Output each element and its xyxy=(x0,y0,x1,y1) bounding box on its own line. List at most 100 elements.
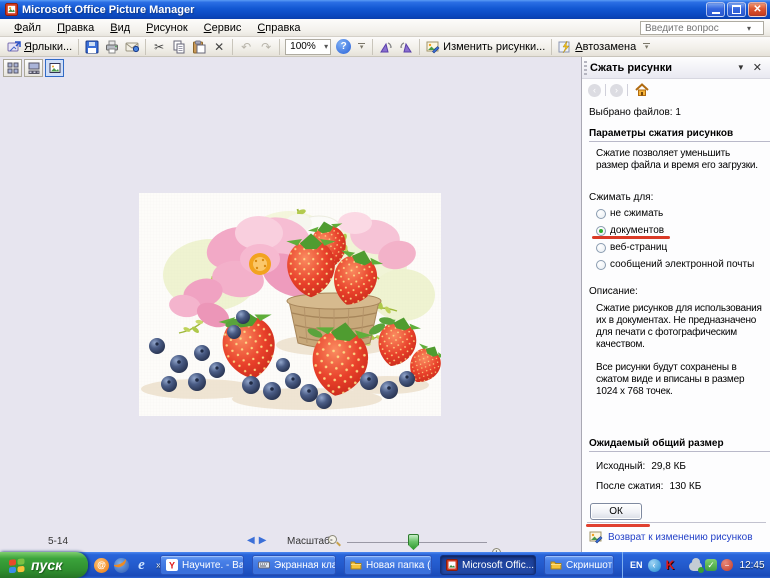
radio-option-web-pages[interactable]: веб-страниц xyxy=(596,241,764,254)
edit-pictures-button[interactable]: Изменить рисунки... xyxy=(423,40,548,54)
copy-button[interactable] xyxy=(169,38,189,56)
task-browser[interactable]: Y Научите. - Ва... xyxy=(160,555,244,575)
menu-view[interactable]: Вид xyxy=(102,20,138,36)
radio-label[interactable]: сообщений электронной почты xyxy=(610,259,754,270)
undo-button[interactable]: ↶ xyxy=(236,38,256,56)
edit-pictures-icon xyxy=(426,41,440,53)
start-button[interactable]: пуск xyxy=(0,552,88,578)
firefox-icon[interactable] xyxy=(114,557,129,573)
tray-blocked-icon[interactable]: − xyxy=(721,559,734,572)
rotate-right-icon xyxy=(400,41,413,52)
toolbar-options-button-2[interactable]: ▾ xyxy=(639,42,654,51)
help-icon: ? xyxy=(340,41,347,52)
scissors-icon: ✂ xyxy=(154,39,165,54)
task-onscreen-keyboard[interactable]: Экранная кла... xyxy=(252,555,336,575)
task-folder-screenshots[interactable]: Скриншоты xyxy=(544,555,614,575)
filmstrip-view-button[interactable] xyxy=(24,59,43,77)
drag-handle-icon[interactable] xyxy=(584,61,587,75)
folder-icon xyxy=(550,559,562,571)
zoom-slider-thumb[interactable] xyxy=(408,534,419,550)
autocorrect-button[interactable]: Автозамена xyxy=(555,40,639,54)
radio-label[interactable]: не сжимать xyxy=(610,208,663,219)
forward-button[interactable]: › xyxy=(610,83,623,97)
rotate-right-button[interactable] xyxy=(396,38,416,56)
rotate-left-button[interactable] xyxy=(376,38,396,56)
ask-question-box[interactable]: ▾ xyxy=(640,21,764,35)
taskpane-nav: ‹ › xyxy=(582,79,770,99)
menu-help[interactable]: Справка xyxy=(249,20,308,36)
copy-icon xyxy=(173,40,185,53)
ok-button[interactable]: ОК xyxy=(590,503,642,520)
delete-icon: ✕ xyxy=(214,39,225,54)
taskpane-close-button[interactable]: ✕ xyxy=(751,61,764,74)
menu-edit[interactable]: Правка xyxy=(49,20,102,36)
back-button[interactable]: ‹ xyxy=(588,83,601,97)
zoom-combo[interactable]: 100% ▾ xyxy=(285,38,332,55)
save-button[interactable] xyxy=(82,38,102,56)
taskpane-menu-button[interactable]: ▼ xyxy=(731,63,751,72)
radio-icon[interactable] xyxy=(596,259,606,270)
tray-sync-ok-icon[interactable]: ✓ xyxy=(705,559,718,572)
original-size-value: 29,8 КБ xyxy=(651,461,686,472)
internet-explorer-icon[interactable]: e xyxy=(134,557,149,573)
thumbnail-view-icon xyxy=(7,62,18,74)
redo-icon: ↷ xyxy=(261,39,272,54)
keyboard-icon xyxy=(258,559,270,571)
help-button[interactable]: ? xyxy=(336,39,352,54)
radio-icon[interactable] xyxy=(596,208,606,219)
previous-picture-button[interactable]: ◀ xyxy=(247,535,255,546)
picture-content[interactable] xyxy=(139,193,441,416)
home-button[interactable] xyxy=(632,82,652,98)
return-to-editing-link[interactable]: Возврат к изменению рисунков xyxy=(589,530,753,544)
home-icon xyxy=(635,83,649,96)
redo-button[interactable]: ↷ xyxy=(256,38,276,56)
radio-icon[interactable] xyxy=(596,242,606,253)
compress-for-label: Сжимать для: xyxy=(589,192,654,203)
single-picture-view-icon xyxy=(49,63,60,73)
restore-button[interactable] xyxy=(727,2,746,17)
menu-file[interactable]: Файл xyxy=(6,20,49,36)
radio-option-email[interactable]: сообщений электронной почты xyxy=(596,258,764,271)
ask-question-input[interactable] xyxy=(641,22,745,34)
cut-button[interactable]: ✂ xyxy=(149,38,169,56)
save-icon xyxy=(85,40,99,53)
chevron-down-icon[interactable]: ▾ xyxy=(747,24,751,33)
task-folder-new[interactable]: Новая папка (2) xyxy=(344,555,432,575)
return-link-label: Возврат к изменению рисунков xyxy=(608,531,753,543)
menu-tools[interactable]: Сервис xyxy=(196,20,250,36)
radio-label[interactable]: документов xyxy=(610,225,664,236)
language-indicator[interactable]: EN xyxy=(628,559,645,571)
tray-cloud-icon[interactable] xyxy=(688,558,704,573)
radio-option-documents[interactable]: документов xyxy=(592,224,764,239)
task-picture-manager[interactable]: Microsoft Offic... xyxy=(440,555,536,575)
expected-size-title: Ожидаемый общий размер xyxy=(589,438,724,449)
single-picture-view-button[interactable] xyxy=(45,59,64,77)
compression-settings-title: Параметры сжатия рисунков xyxy=(589,128,734,139)
menu-bar: Файл Правка Вид Рисунок Сервис Справка ▾ xyxy=(0,19,770,37)
radio-selected-icon[interactable] xyxy=(596,225,606,236)
toolbar-options-button[interactable]: ▾ xyxy=(354,42,369,52)
menu-picture[interactable]: Рисунок xyxy=(138,20,196,36)
taskpane-header: Сжать рисунки ▼ ✕ xyxy=(582,57,770,79)
zoom-out-button[interactable]: - xyxy=(328,535,341,548)
shortcuts-button[interactable]: Ярлыки... xyxy=(4,40,75,54)
mail-button[interactable] xyxy=(122,38,142,56)
tray-switcher-icon[interactable]: ‹ xyxy=(647,558,661,572)
next-picture-button[interactable]: ▶ xyxy=(259,535,267,546)
tray-kaspersky-icon[interactable]: K xyxy=(664,558,677,572)
radio-label[interactable]: веб-страниц xyxy=(610,242,667,253)
thumbnail-view-button[interactable] xyxy=(3,59,22,77)
chevron-down-icon: ▾ xyxy=(359,44,364,52)
print-button[interactable] xyxy=(102,38,122,56)
edit-pictures-icon xyxy=(589,531,603,544)
radio-option-no-compress[interactable]: не сжимать xyxy=(596,207,764,220)
paste-button[interactable] xyxy=(189,38,209,56)
delete-button[interactable]: ✕ xyxy=(209,38,229,56)
windows-flag-icon xyxy=(9,558,25,573)
page-indicator: 5-14 xyxy=(48,536,69,547)
svg-text:Y: Y xyxy=(169,561,175,571)
minimize-button[interactable] xyxy=(706,2,725,17)
mail-agent-icon[interactable]: @ xyxy=(94,557,109,573)
screen: Microsoft Office Picture Manager ✕ Файл … xyxy=(0,0,770,578)
close-button[interactable]: ✕ xyxy=(748,2,767,17)
